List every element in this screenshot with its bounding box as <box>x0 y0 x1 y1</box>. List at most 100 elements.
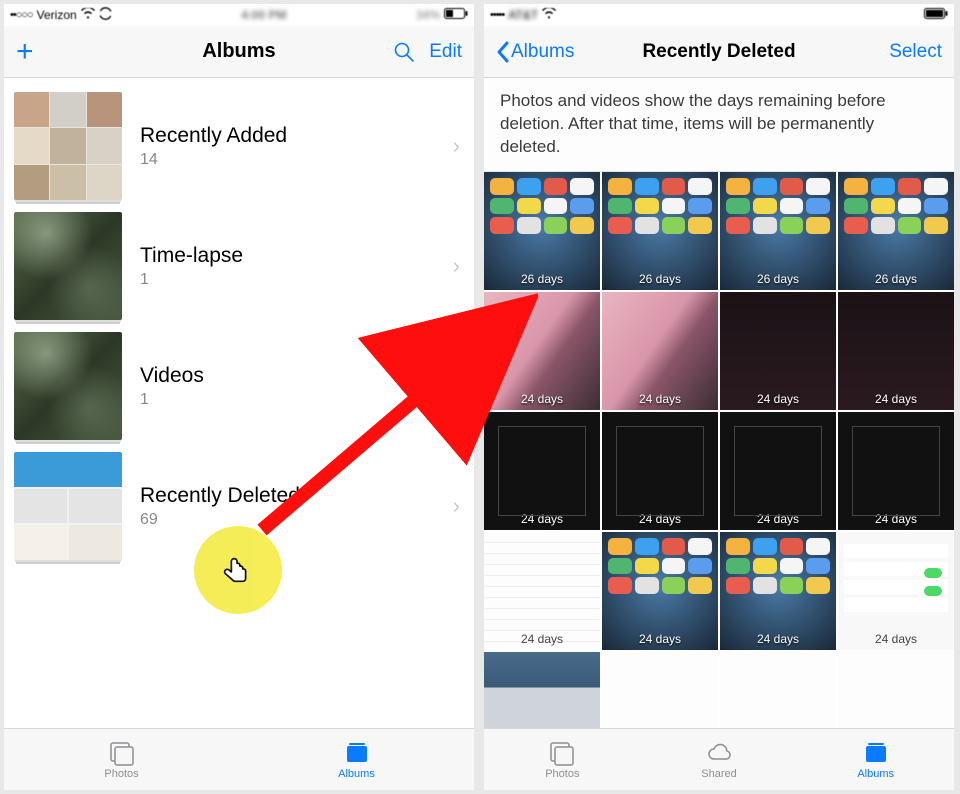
days-remaining: 24 days <box>720 392 836 406</box>
photo-cell[interactable]: 24 days <box>720 292 836 410</box>
info-banner: Photos and videos show the days remainin… <box>484 78 954 172</box>
photo-cell[interactable] <box>484 652 600 728</box>
days-remaining: 24 days <box>484 512 600 526</box>
album-count: 69 <box>140 511 453 529</box>
photo-cell[interactable]: 26 days <box>720 172 836 290</box>
days-remaining: 24 days <box>602 512 718 526</box>
album-title: Videos <box>140 364 453 388</box>
carrier-label: AT&T <box>508 8 538 22</box>
add-album-button[interactable]: + <box>16 37 34 67</box>
chevron-right-icon: › <box>453 133 460 159</box>
recently-deleted-screen: ••••• AT&T Albums Recently Deleted <box>484 4 954 790</box>
photo-cell[interactable]: 24 days <box>602 532 718 650</box>
days-remaining: 24 days <box>720 512 836 526</box>
album-thumbnail <box>14 92 122 200</box>
battery-icon <box>444 8 468 22</box>
tab-photos[interactable]: Photos <box>484 729 641 790</box>
battery-icon <box>924 8 948 22</box>
album-thumbnail <box>14 332 122 440</box>
photos-icon <box>548 740 576 766</box>
tab-label: Photos <box>104 768 138 780</box>
tab-photos[interactable]: Photos <box>4 729 239 790</box>
nav-bar: + Albums Edit <box>4 26 474 78</box>
tap-highlight-icon <box>194 526 282 614</box>
album-title: Time-lapse <box>140 244 453 268</box>
photo-cell[interactable]: 24 days <box>720 532 836 650</box>
album-count: 14 <box>140 151 453 169</box>
albums-icon <box>862 740 890 766</box>
edit-button[interactable]: Edit <box>429 41 462 63</box>
albums-icon <box>343 740 371 766</box>
tab-bar: Photos Albums <box>4 728 474 790</box>
photo-cell[interactable]: 24 days <box>484 532 600 650</box>
album-count: 1 <box>140 271 453 289</box>
days-remaining: 24 days <box>838 632 954 646</box>
albums-screen: ••○○○ Verizon 4:00 PM 34% + Alb <box>4 4 474 790</box>
album-thumbnail <box>14 212 122 320</box>
status-bar: ••••• AT&T <box>484 4 954 26</box>
tab-albums[interactable]: Albums <box>239 729 474 790</box>
photo-cell[interactable] <box>720 652 836 728</box>
photo-cell[interactable]: 24 days <box>838 412 954 530</box>
album-videos[interactable]: Videos 1 › <box>4 326 474 446</box>
signal-dots-icon: ••○○○ <box>10 9 33 21</box>
photo-cell[interactable]: 24 days <box>838 532 954 650</box>
clock: 4:00 PM <box>241 8 286 22</box>
days-remaining: 24 days <box>838 512 954 526</box>
album-thumbnail <box>14 452 122 560</box>
carrier-label: Verizon <box>37 8 77 22</box>
tab-bar: Photos Shared Albums <box>484 728 954 790</box>
select-button[interactable]: Select <box>889 41 942 63</box>
photos-icon <box>108 740 136 766</box>
days-remaining: 24 days <box>602 632 718 646</box>
photo-cell[interactable]: 24 days <box>720 412 836 530</box>
tab-label: Albums <box>338 768 375 780</box>
album-time-lapse[interactable]: Time-lapse 1 › <box>4 206 474 326</box>
days-remaining: 24 days <box>602 392 718 406</box>
chevron-left-icon <box>496 41 509 63</box>
albums-list: Recently Added 14 › Time-lapse 1 › Video… <box>4 78 474 728</box>
back-button[interactable]: Albums <box>496 41 574 63</box>
days-remaining: 24 days <box>484 392 600 406</box>
photo-cell[interactable]: 26 days <box>838 172 954 290</box>
photo-cell[interactable] <box>602 652 718 728</box>
tab-label: Photos <box>545 768 579 780</box>
wifi-icon <box>542 8 556 22</box>
back-label: Albums <box>511 41 574 63</box>
page-title: Recently Deleted <box>586 41 852 63</box>
tab-label: Albums <box>857 768 894 780</box>
search-button[interactable] <box>393 41 415 63</box>
battery-percent: 34% <box>416 8 440 22</box>
tab-albums[interactable]: Albums <box>797 729 954 790</box>
days-remaining: 24 days <box>484 632 600 646</box>
cloud-icon <box>705 740 733 766</box>
photo-cell[interactable]: 24 days <box>484 412 600 530</box>
days-remaining: 26 days <box>720 272 836 286</box>
tab-label: Shared <box>701 768 736 780</box>
photo-cell[interactable] <box>838 652 954 728</box>
sync-icon <box>99 7 112 23</box>
page-title: Albums <box>106 40 372 63</box>
days-remaining: 26 days <box>602 272 718 286</box>
album-recently-added[interactable]: Recently Added 14 › <box>4 86 474 206</box>
photo-cell[interactable]: 24 days <box>602 292 718 410</box>
photo-cell[interactable]: 24 days <box>484 292 600 410</box>
wifi-icon <box>81 8 95 22</box>
nav-bar: Albums Recently Deleted Select <box>484 26 954 78</box>
chevron-right-icon: › <box>453 253 460 279</box>
photo-cell[interactable]: 26 days <box>484 172 600 290</box>
tab-shared[interactable]: Shared <box>641 729 798 790</box>
days-remaining: 26 days <box>838 272 954 286</box>
photo-cell[interactable]: 26 days <box>602 172 718 290</box>
status-bar: ••○○○ Verizon 4:00 PM 34% <box>4 4 474 26</box>
photo-cell[interactable]: 24 days <box>838 292 954 410</box>
album-title: Recently Added <box>140 124 453 148</box>
photo-cell[interactable]: 24 days <box>602 412 718 530</box>
signal-dots-icon: ••••• <box>490 9 504 21</box>
album-count: 1 <box>140 391 453 409</box>
days-remaining: 24 days <box>838 392 954 406</box>
album-title: Recently Deleted <box>140 484 453 508</box>
chevron-right-icon: › <box>453 373 460 399</box>
photo-grid: 26 days 26 days 26 days 26 days 24 days … <box>484 172 954 728</box>
days-remaining: 24 days <box>720 632 836 646</box>
